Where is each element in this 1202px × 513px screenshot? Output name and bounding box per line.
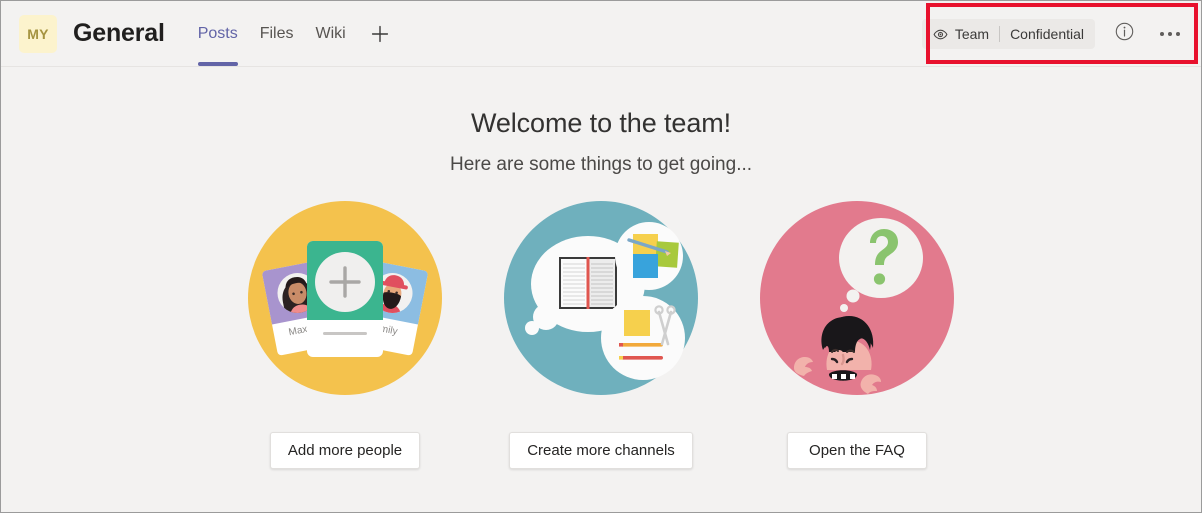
- eye-icon: [933, 27, 948, 42]
- onboarding-cards: Maxine Emily Add more people Create more…: [245, 198, 957, 469]
- people-cards-illustration: Maxine Emily: [245, 198, 445, 398]
- add-more-people-button[interactable]: Add more people: [269, 432, 421, 469]
- plus-icon: [370, 24, 390, 44]
- welcome-subtitle: Here are some things to get going...: [449, 154, 753, 175]
- faq-question-illustration: [757, 198, 957, 398]
- onboarding-card-people: Maxine Emily Add more people: [245, 198, 445, 469]
- tab-wiki[interactable]: Wiki: [305, 1, 357, 66]
- onboarding-card-channels: Create more channels: [501, 198, 701, 469]
- sensitivity-scope: Team: [954, 26, 990, 42]
- channel-header: MY General Posts Files Wiki Team Confide…: [1, 1, 1201, 67]
- welcome-title: Welcome to the team!: [470, 108, 732, 138]
- tab-posts[interactable]: Posts: [187, 1, 249, 66]
- sensitivity-label-pill[interactable]: Team Confidential: [921, 19, 1095, 49]
- info-icon: [1114, 21, 1135, 47]
- team-avatar: MY: [19, 14, 57, 53]
- more-options-button[interactable]: [1153, 17, 1187, 51]
- open-the-faq-button[interactable]: Open the FAQ: [787, 432, 927, 469]
- add-tab-button[interactable]: [363, 1, 397, 66]
- tab-files[interactable]: Files: [249, 1, 305, 66]
- channel-header-right: Team Confidential: [921, 1, 1201, 67]
- tab-wiki-label: Wiki: [315, 24, 346, 42]
- pill-divider: [999, 26, 1001, 42]
- page-title: General: [73, 19, 165, 47]
- create-more-channels-button[interactable]: Create more channels: [509, 432, 693, 469]
- onboarding-card-faq: Open the FAQ: [757, 198, 957, 469]
- more-options-icon: [1160, 32, 1180, 36]
- tab-files-label: Files: [259, 24, 294, 42]
- channels-notebook-illustration: [501, 198, 701, 398]
- channel-tabs: Posts Files Wiki: [187, 1, 397, 66]
- channel-welcome-area: Welcome to the team! Here are some thing…: [1, 68, 1201, 512]
- sensitivity-label-text: Confidential: [1010, 26, 1084, 42]
- teams-channel-window: MY General Posts Files Wiki Team Confide…: [0, 0, 1202, 513]
- channel-info-button[interactable]: [1107, 17, 1141, 51]
- channel-header-left: MY General Posts Files Wiki: [1, 1, 397, 66]
- tab-posts-label: Posts: [197, 24, 238, 42]
